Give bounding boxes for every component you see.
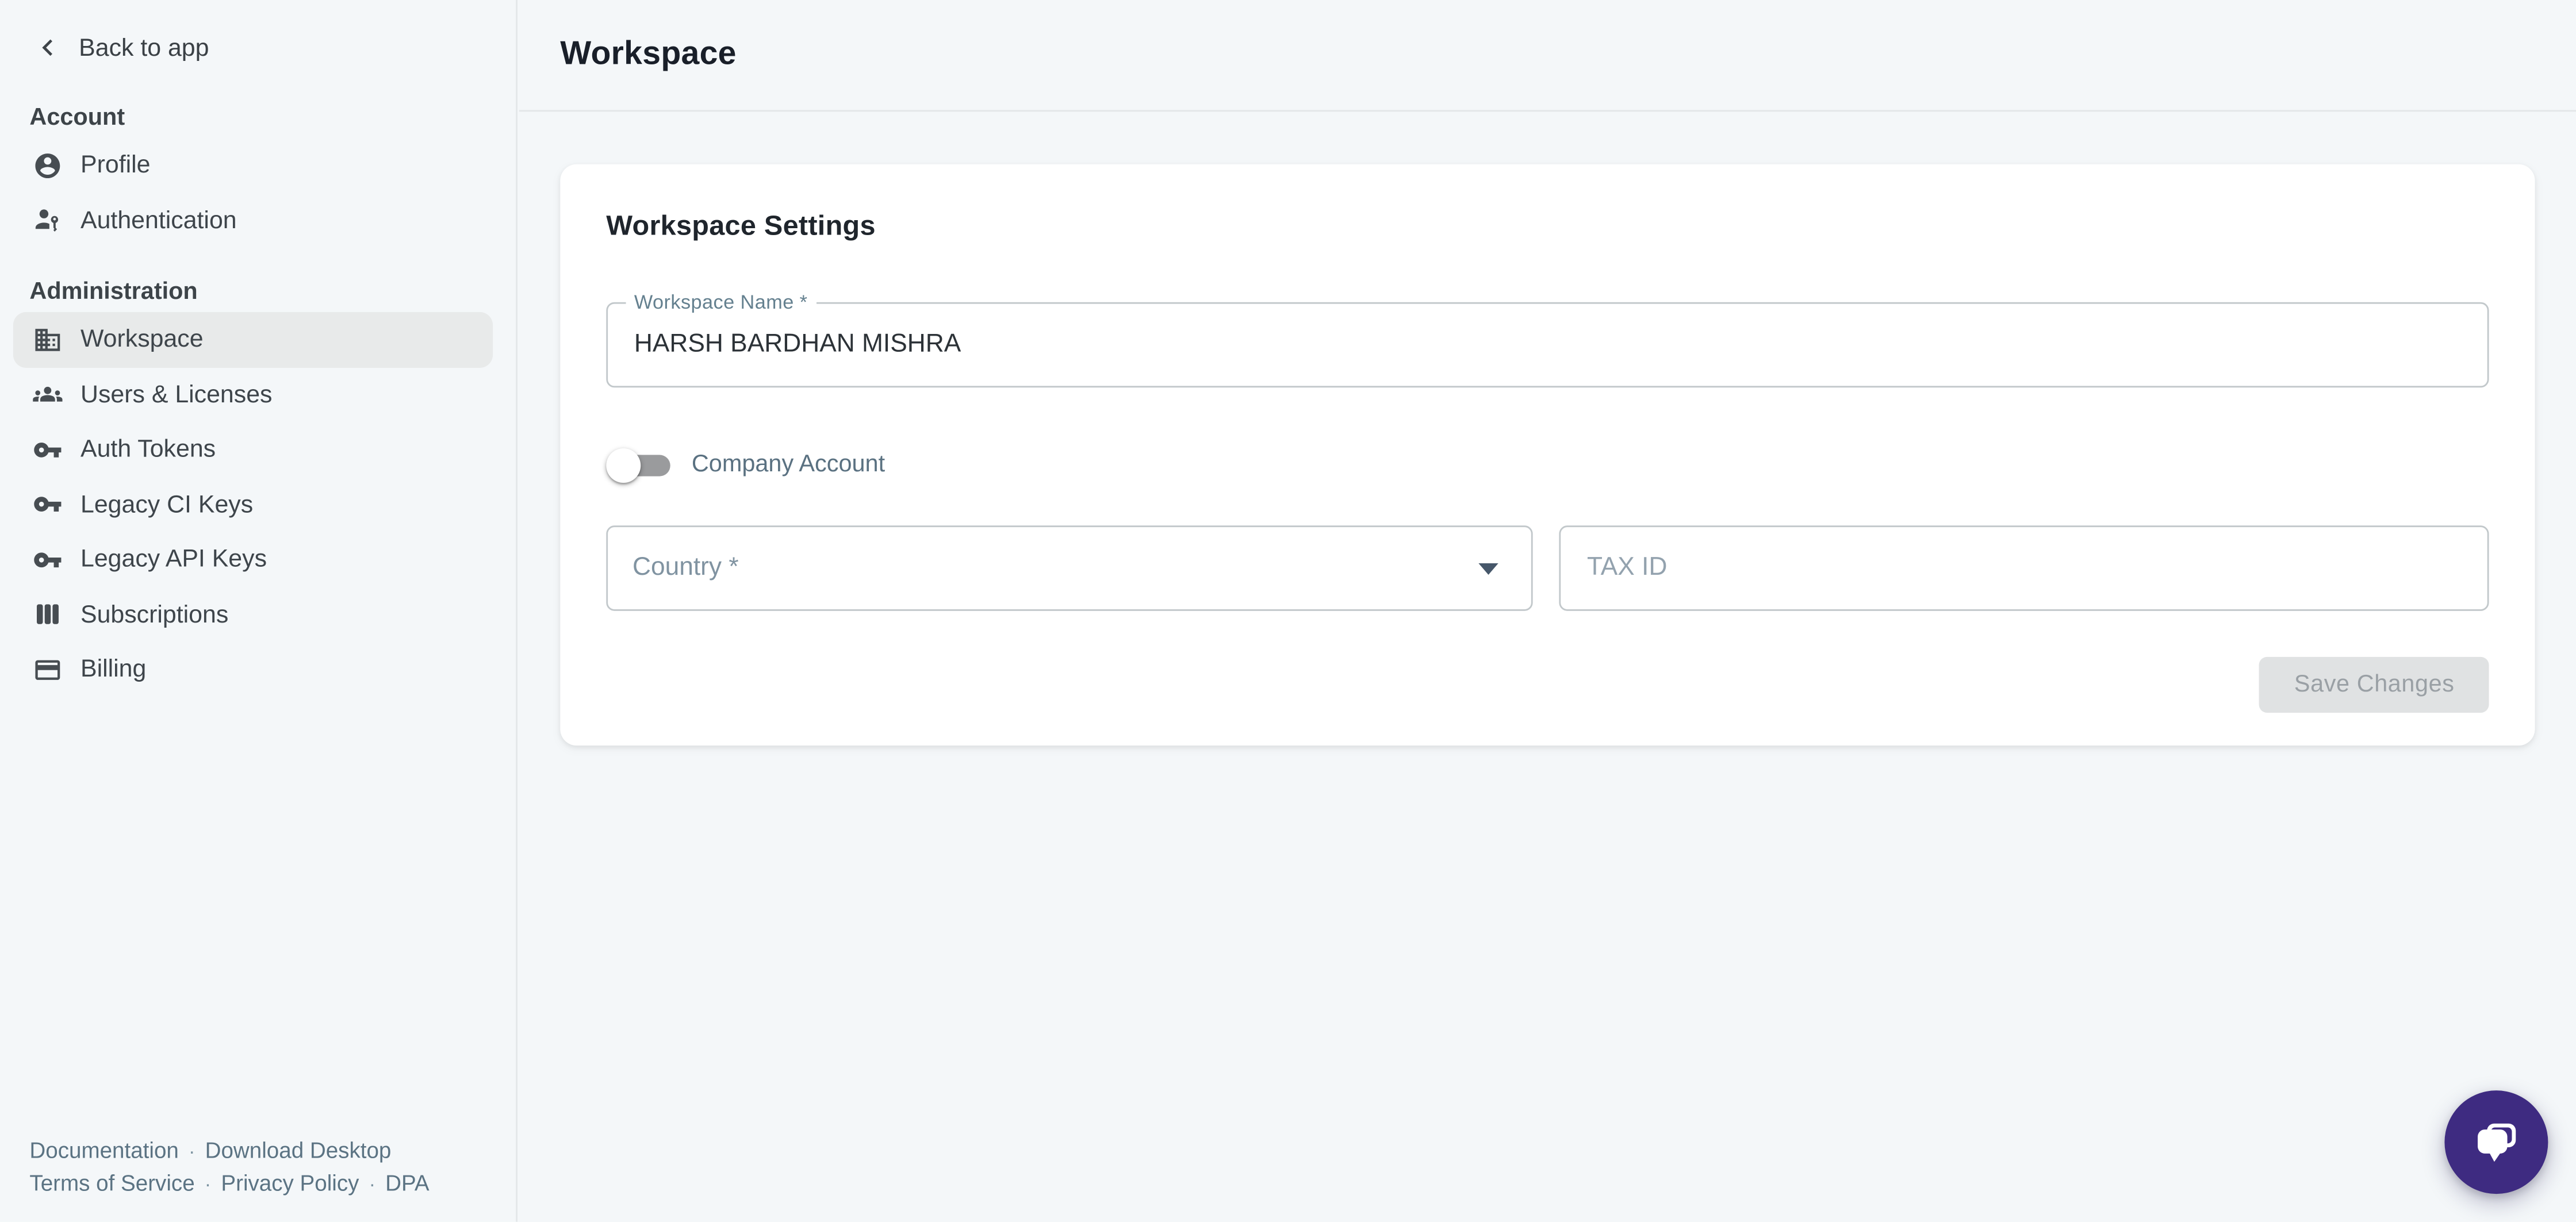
chevron-left-icon [31, 31, 64, 64]
sidebar: Back to app Account Profile Authenticati… [0, 0, 518, 1222]
page-title: Workspace [560, 36, 736, 74]
section-title-account: Account [0, 98, 516, 138]
sidebar-item-label: Legacy API Keys [80, 545, 267, 574]
download-desktop-link[interactable]: Download Desktop [205, 1138, 392, 1163]
sidebar-item-label: Auth Tokens [80, 436, 216, 464]
country-select[interactable]: Country * [606, 525, 1532, 611]
card-title: Workspace Settings [606, 210, 2489, 243]
documentation-link[interactable]: Documentation [29, 1138, 178, 1163]
person-key-icon [33, 206, 62, 235]
sidebar-item-workspace[interactable]: Workspace [13, 312, 493, 367]
terms-of-service-link[interactable]: Terms of Service [29, 1171, 194, 1196]
columns-icon [33, 600, 62, 629]
footer-row-2: Terms of Service · Privacy Policy · DPA [29, 1168, 499, 1201]
company-account-row: Company Account [606, 447, 2489, 483]
sidebar-item-users-licenses[interactable]: Users & Licenses [0, 367, 516, 422]
sidebar-item-subscriptions[interactable]: Subscriptions [0, 587, 516, 642]
sidebar-item-billing[interactable]: Billing [0, 642, 516, 697]
sidebar-item-label: Authentication [80, 206, 237, 235]
card-actions: Save Changes [606, 657, 2489, 713]
app: Back to app Account Profile Authenticati… [0, 0, 2576, 1222]
credit-card-icon [33, 655, 62, 684]
country-tax-row: Country * [606, 525, 2489, 611]
chat-fab-button[interactable] [2444, 1090, 2548, 1194]
tax-id-input[interactable] [1561, 527, 2487, 609]
footer-row-1: Documentation · Download Desktop [29, 1135, 499, 1168]
back-to-app-button[interactable]: Back to app [0, 26, 516, 69]
sidebar-item-auth-tokens[interactable]: Auth Tokens [0, 422, 516, 477]
building-icon [33, 325, 62, 354]
toggle-thumb [606, 448, 641, 482]
dropdown-arrow-icon [1478, 563, 1498, 574]
sidebar-item-label: Profile [80, 152, 151, 180]
workspace-name-field: Workspace Name * [606, 302, 2489, 388]
sidebar-item-legacy-api-keys[interactable]: Legacy API Keys [0, 532, 516, 587]
key-icon [33, 435, 62, 464]
company-account-toggle[interactable] [606, 447, 672, 483]
sidebar-footer: Documentation · Download Desktop Terms of … [29, 1135, 499, 1201]
sidebar-item-label: Subscriptions [80, 601, 228, 629]
sidebar-item-label: Workspace [80, 325, 204, 353]
page-header: Workspace [519, 0, 2576, 112]
save-changes-button[interactable]: Save Changes [2260, 657, 2489, 713]
footer-separator: · [369, 1173, 375, 1196]
sidebar-item-label: Billing [80, 656, 146, 684]
account-circle-icon [33, 151, 62, 180]
footer-separator: · [189, 1140, 195, 1163]
sidebar-item-authentication[interactable]: Authentication [0, 193, 516, 248]
country-select-label: Country * [632, 554, 739, 583]
company-account-label: Company Account [692, 452, 885, 478]
key-icon [33, 545, 62, 574]
key-icon [33, 490, 62, 519]
sidebar-item-profile[interactable]: Profile [0, 138, 516, 193]
workspace-name-label: Workspace Name * [626, 291, 816, 314]
section-title-administration: Administration [0, 271, 516, 312]
main-content: Workspace Workspace Settings Workspace N… [519, 0, 2576, 1222]
workspace-settings-card: Workspace Settings Workspace Name * Comp… [560, 164, 2535, 746]
tax-id-field [1559, 525, 2489, 611]
chat-icon [2467, 1113, 2525, 1171]
people-group-icon [33, 380, 62, 409]
back-to-app-label: Back to app [79, 34, 209, 62]
sidebar-item-label: Users & Licenses [80, 381, 272, 409]
workspace-name-input[interactable] [608, 304, 2487, 386]
privacy-policy-link[interactable]: Privacy Policy [221, 1171, 359, 1196]
sidebar-item-legacy-ci-keys[interactable]: Legacy CI Keys [0, 477, 516, 532]
footer-separator: · [205, 1173, 211, 1196]
dpa-link[interactable]: DPA [385, 1171, 429, 1196]
sidebar-item-label: Legacy CI Keys [80, 491, 253, 519]
